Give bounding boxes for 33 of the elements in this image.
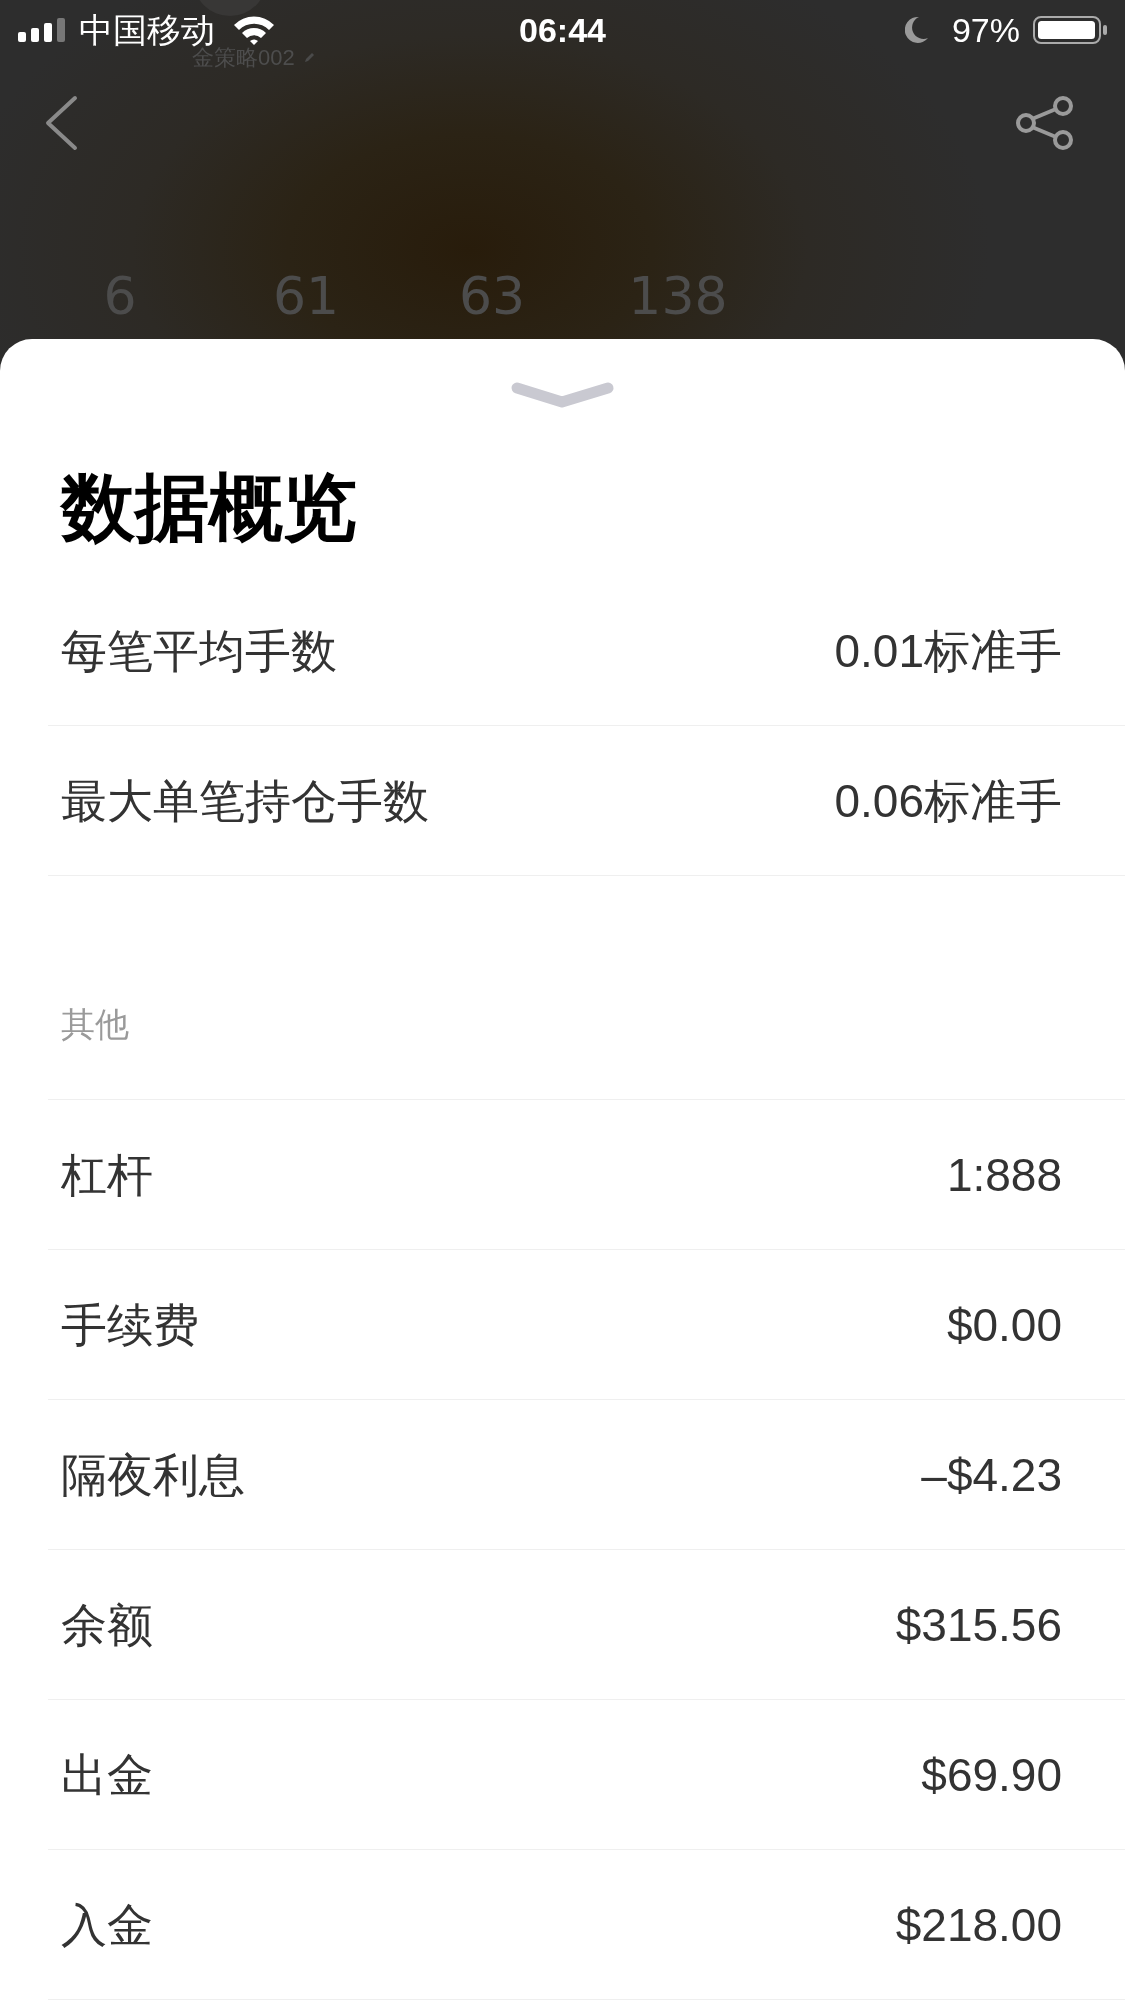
row-label: 手续费 xyxy=(61,1297,199,1353)
row-value: $0.00 xyxy=(946,1297,1062,1353)
chevron-left-icon xyxy=(44,95,78,151)
back-button[interactable] xyxy=(44,95,78,151)
moon-icon xyxy=(904,16,929,44)
stat-value: 138 xyxy=(628,266,728,328)
row-value: 0.01标准手 xyxy=(834,623,1062,679)
section-heading: 其他 xyxy=(61,1004,129,1044)
signal-icon xyxy=(18,18,66,42)
wifi-icon xyxy=(232,14,276,46)
carrier-name: 中国移动 xyxy=(79,14,215,46)
row-label: 每笔平均手数 xyxy=(61,623,337,679)
row-label: 杠杆 xyxy=(61,1147,153,1203)
sheet-title: 数据概览 xyxy=(61,466,357,549)
share-icon xyxy=(1015,96,1074,150)
row-label: 入金 xyxy=(61,1897,153,1953)
stat-value: 63 xyxy=(458,266,526,328)
battery-icon xyxy=(1033,16,1107,44)
row-value: –$4.23 xyxy=(921,1447,1062,1503)
row-value: $69.90 xyxy=(921,1747,1062,1803)
row-value: $315.56 xyxy=(895,1597,1062,1653)
row-label: 隔夜利息 xyxy=(61,1447,245,1503)
battery-percent: 97% xyxy=(951,14,1020,46)
row-value: 0.06标准手 xyxy=(834,773,1062,829)
pencil-icon xyxy=(302,52,315,64)
row-label: 最大单笔持仓手数 xyxy=(61,773,429,829)
row-label: 余额 xyxy=(61,1597,153,1653)
row-value: 1:888 xyxy=(946,1147,1062,1203)
row-label: 出金 xyxy=(61,1747,153,1803)
row-value: $218.00 xyxy=(895,1897,1062,1953)
share-button[interactable] xyxy=(1015,96,1074,150)
status-time: 06:44 xyxy=(519,14,606,46)
stat-value: 61 xyxy=(272,266,340,328)
